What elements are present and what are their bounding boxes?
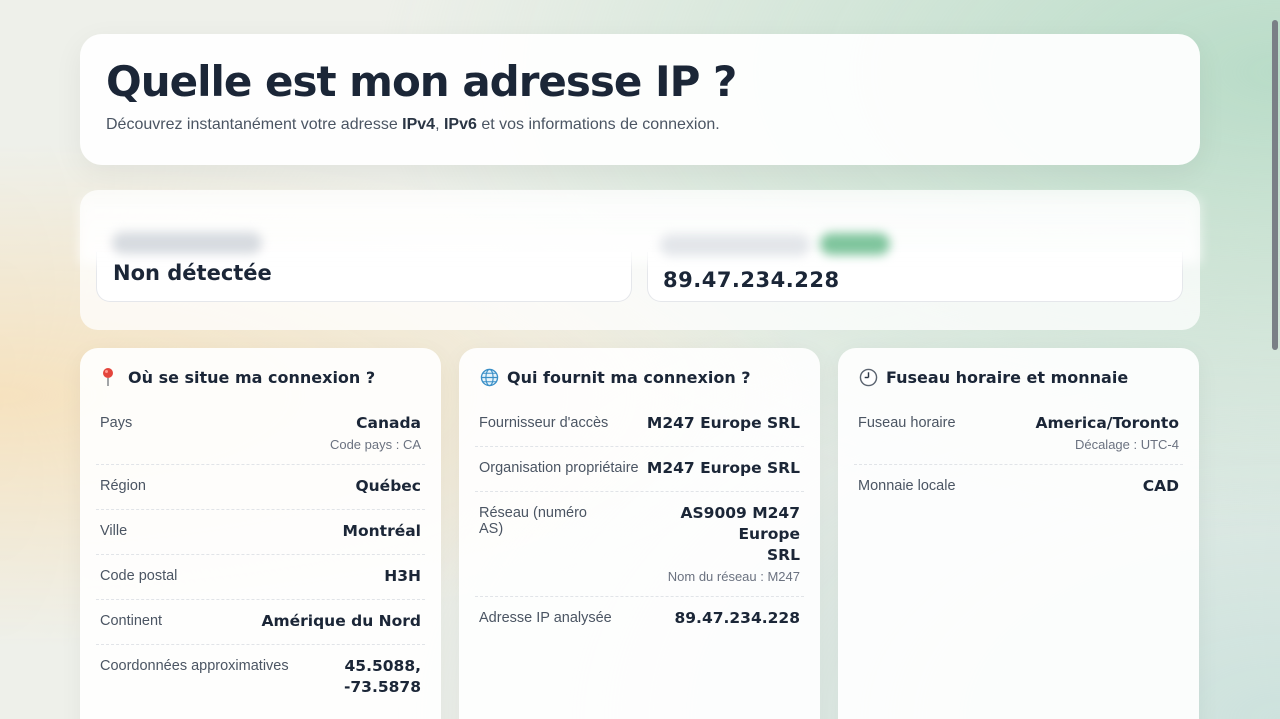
- clock-icon: [858, 367, 878, 387]
- row-label: Pays: [100, 415, 133, 431]
- row-organization: Organisation propriétaire M247 Europe SR…: [475, 447, 804, 492]
- row-label: Ville: [100, 523, 128, 539]
- pin-icon: [100, 367, 120, 387]
- globe-icon: [479, 367, 499, 387]
- blurred-label: [112, 232, 262, 254]
- ipv4-value[interactable]: 89.47.234.228: [663, 268, 840, 292]
- ipv6-emphasis: IPv6: [443, 116, 477, 133]
- page-scrollbar[interactable]: [1272, 20, 1278, 350]
- row-country: Pays Canada Code pays : CA: [96, 402, 425, 465]
- row-value: M247 Europe SRL: [646, 414, 800, 432]
- row-label: Région: [100, 478, 146, 494]
- timezone-card: Fuseau horaire et monnaie Fuseau horaire…: [838, 348, 1199, 719]
- row-asn: Réseau (numéro AS) AS9009 M247 Europe SRL…: [475, 492, 804, 597]
- blurred-badge: [820, 233, 890, 255]
- blurred-label: [660, 234, 810, 256]
- row-value: CAD: [1142, 477, 1179, 495]
- row-isp: Fournisseur d'accès M247 Europe SRL: [475, 402, 804, 447]
- row-value: Québec: [355, 477, 421, 495]
- location-card: Où se situe ma connexion ? Pays Canada Co…: [80, 348, 441, 719]
- row-label: Organisation propriétaire: [479, 460, 639, 476]
- row-subvalue: Décalage : UTC-4: [1074, 437, 1179, 452]
- row-continent: Continent Amérique du Nord: [96, 600, 425, 645]
- row-value: M247 Europe SRL: [646, 459, 800, 477]
- row-label: Code postal: [100, 568, 178, 584]
- provider-card-title: Qui fournit ma connexion ?: [479, 364, 804, 390]
- row-currency: Monnaie locale CAD: [854, 465, 1183, 509]
- provider-card: Qui fournit ma connexion ? Fournisseur d…: [459, 348, 820, 719]
- row-value: AS9009 M247 Europe: [680, 504, 800, 543]
- row-label: Adresse IP analysée: [479, 610, 612, 626]
- row-label: Fuseau horaire: [858, 415, 956, 431]
- row-subvalue: Code pays : CA: [329, 437, 421, 452]
- row-postal-code: Code postal H3H: [96, 555, 425, 600]
- row-city: Ville Montréal: [96, 510, 425, 555]
- timezone-card-title: Fuseau horaire et monnaie: [858, 364, 1183, 390]
- row-subvalue: Nom du réseau : M247: [667, 569, 800, 584]
- row-value: H3H: [384, 567, 421, 585]
- card-title-text: Où se situe ma connexion ?: [128, 367, 376, 387]
- subtitle-text: Découvrez instantanément votre adresse: [106, 116, 403, 133]
- row-timezone: Fuseau horaire America/Toronto Décalage :…: [854, 402, 1183, 465]
- row-value-line2: -73.5878: [343, 678, 421, 696]
- row-value: America/Toronto: [1035, 414, 1179, 432]
- row-label: Réseau (numéro AS): [479, 505, 587, 537]
- row-coordinates: Coordonnées approximatives 45.5088, -73.5…: [96, 645, 425, 710]
- row-value: 45.5088,: [344, 657, 422, 675]
- row-value: Canada: [356, 414, 421, 432]
- page-subtitle: Découvrez instantanément votre adresse I…: [106, 116, 1174, 134]
- row-label: Fournisseur d'accès: [479, 415, 609, 431]
- ipv6-value: Non détectée: [113, 261, 272, 285]
- row-analyzed-ip: Adresse IP analysée 89.47.234.228: [475, 597, 804, 641]
- hero-card: Quelle est mon adresse IP ? Découvrez in…: [80, 34, 1200, 165]
- row-value: Amérique du Nord: [261, 612, 421, 630]
- card-title-text: Fuseau horaire et monnaie: [886, 367, 1129, 387]
- ipv4-emphasis: IPv4: [402, 116, 436, 133]
- location-card-title: Où se situe ma connexion ?: [100, 364, 425, 390]
- row-value: Montréal: [342, 522, 421, 540]
- ip-section: [80, 190, 1200, 330]
- subtitle-text-end: et vos informations de connexion.: [476, 116, 720, 133]
- row-label: Continent: [100, 613, 163, 629]
- page-title: Quelle est mon adresse IP ?: [106, 57, 737, 106]
- row-region: Région Québec: [96, 465, 425, 510]
- card-title-text: Qui fournit ma connexion ?: [507, 367, 751, 387]
- row-value: 89.47.234.228: [674, 609, 800, 627]
- subtitle-comma: ,: [435, 116, 444, 133]
- row-label: Monnaie locale: [858, 478, 956, 494]
- row-value-line2: SRL: [767, 546, 800, 564]
- row-label: Coordonnées approximatives: [100, 658, 289, 674]
